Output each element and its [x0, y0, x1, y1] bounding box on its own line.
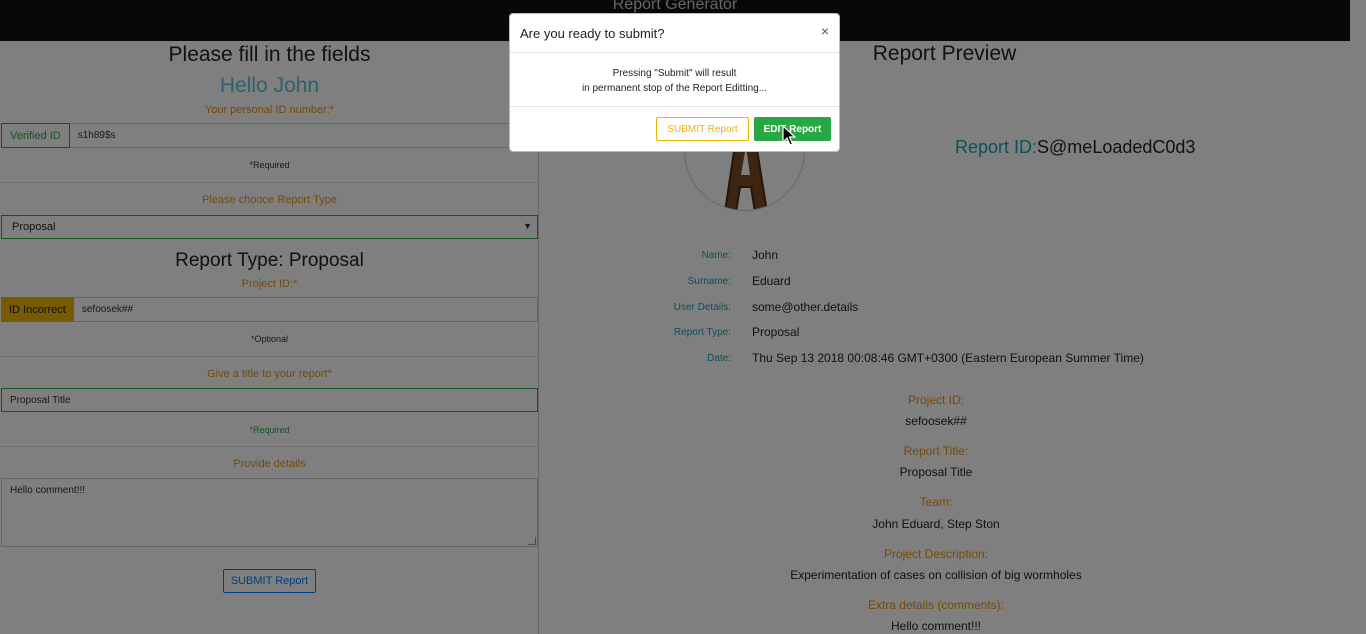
dialog-body-line: in permanent stop of the Report Editting… — [581, 83, 768, 94]
divider — [510, 106, 839, 107]
close-icon[interactable]: × — [821, 23, 829, 39]
dialog-title: Are you ready to submit? — [520, 26, 665, 41]
mouse-pointer-icon — [782, 125, 796, 146]
divider — [510, 52, 839, 53]
dialog-submit-button[interactable]: SUBMIT Report — [656, 117, 749, 141]
dialog-body-line: Pressing "Submit" will result — [612, 68, 737, 79]
dialog-body: Pressing "Submit" will result in permane… — [510, 66, 839, 96]
